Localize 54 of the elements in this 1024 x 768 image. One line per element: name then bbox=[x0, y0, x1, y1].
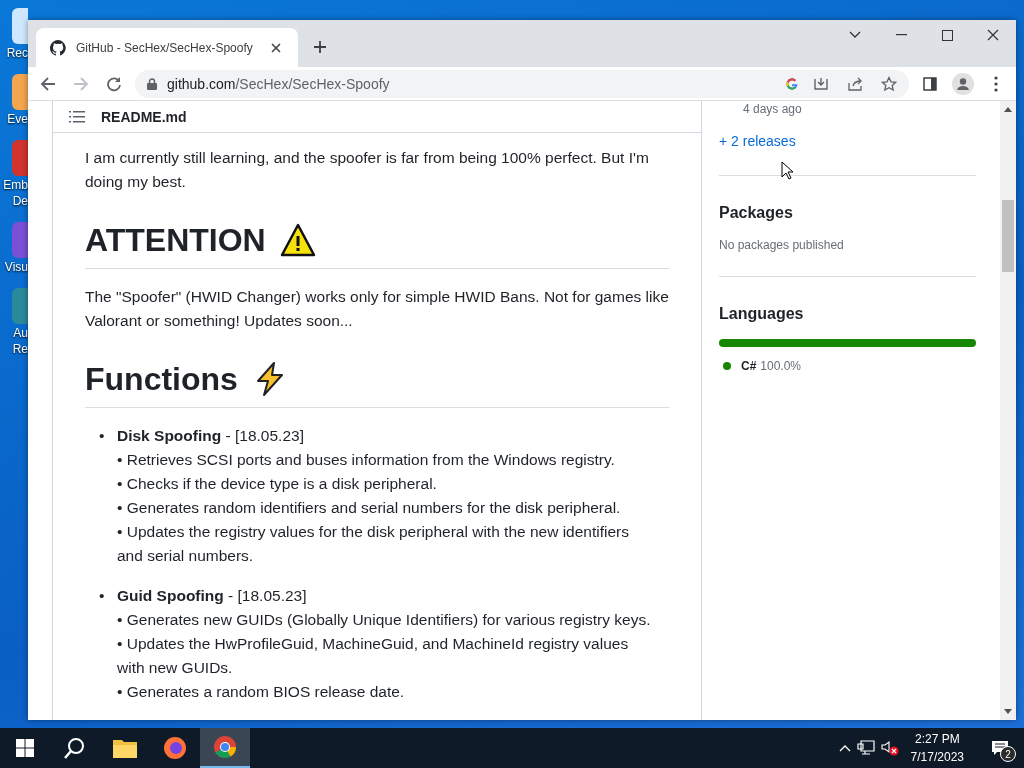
desktop-app-icon[interactable] bbox=[12, 8, 28, 44]
github-icon bbox=[50, 39, 66, 56]
feature-detail: • Generates a random BIOS release date. bbox=[117, 682, 406, 702]
file-name: README.md bbox=[101, 108, 187, 125]
feature-detail: • Generates new GUIDs (Globally Unique Identifiers) for various registry keys. bbox=[117, 610, 652, 630]
feature-title: Guid Spoofing - [18.05.23] bbox=[117, 586, 308, 606]
desktop-icon-label: Eve bbox=[7, 112, 28, 126]
desktop-icon-label: Emb bbox=[3, 178, 28, 192]
desktop-icon-label: De bbox=[12, 194, 28, 208]
section-title: Packages bbox=[719, 204, 794, 222]
bullet: • bbox=[99, 426, 106, 446]
section-heading: ATTENTION bbox=[85, 221, 266, 260]
section-heading: Functions bbox=[85, 360, 238, 399]
tab-title: GitHub - SecHex/SecHex-Spoofy bbox=[76, 40, 254, 55]
feature-title: Disk Spoofing - [18.05.23] bbox=[117, 426, 305, 446]
feature-detail: • Checks if the device type is a disk peripheral. bbox=[117, 474, 438, 494]
list-icon[interactable] bbox=[69, 109, 85, 124]
bullet: • bbox=[99, 586, 106, 606]
feature-detail: • Generates random identifiers and serial numbers for the disk peripheral. bbox=[117, 498, 622, 518]
desktop-icon-label: Rec bbox=[6, 46, 28, 60]
desktop-icon-label: Visu bbox=[4, 260, 28, 274]
pointer-icon bbox=[781, 161, 793, 180]
clock-date: 7/17/2023 bbox=[910, 749, 964, 766]
scroll-down-icon[interactable] bbox=[1004, 709, 1012, 714]
scroll-up-icon[interactable] bbox=[1004, 107, 1012, 112]
feature-detail: • Updates the HwProfileGuid, MachineGuid, and MachineId registry values with new GUIDs. bbox=[117, 634, 630, 678]
url-text: github.com/SecHex/SecHex-Spoofy bbox=[167, 75, 391, 92]
windows-icon bbox=[16, 739, 34, 757]
feature-detail: • Retrieves SCSI ports and buses information from the Windows registry. bbox=[117, 450, 616, 470]
language-name: C# bbox=[741, 359, 757, 373]
warning-icon bbox=[279, 222, 316, 258]
browser-tab[interactable]: GitHub - SecHex/SecHex-Spoofy bbox=[36, 28, 298, 67]
clock-time: 2:27 PM bbox=[914, 731, 960, 748]
language-percent: 100.0% bbox=[760, 359, 802, 373]
profile-icon[interactable] bbox=[951, 71, 975, 96]
network-icon[interactable] bbox=[856, 740, 875, 756]
chrome-icon[interactable] bbox=[200, 728, 250, 768]
releases-link[interactable]: + 2 releases bbox=[719, 133, 796, 149]
feature-detail: • Updates the registry values for the disk peripheral with the new identifiers and serial numbers. bbox=[117, 522, 630, 566]
paragraph: I am currently still learning, and the spoofer is far from being 100% perfect. But I'm doing my best. bbox=[85, 148, 650, 192]
empty-message: No packages published bbox=[719, 238, 845, 252]
volume-muted-icon[interactable] bbox=[880, 740, 899, 756]
scrollbar-thumb[interactable] bbox=[1002, 200, 1014, 272]
section-title: Languages bbox=[719, 305, 805, 323]
notification-count: 2 bbox=[1000, 746, 1016, 762]
address-bar[interactable]: github.com/SecHex/SecHex-Spoofy bbox=[135, 69, 909, 98]
lock-icon bbox=[147, 77, 157, 90]
chevron-up-icon[interactable] bbox=[838, 744, 851, 752]
release-date: 4 days ago bbox=[742, 102, 803, 116]
desktop-icon-label: Au bbox=[13, 326, 28, 340]
google-icon bbox=[785, 76, 799, 91]
paragraph: The "Spoofer" (HWID Changer) works only for simple HWID Bans. Not for games like Valorant or something! Updates soon... bbox=[85, 287, 669, 331]
notification-button[interactable]: 2 bbox=[976, 728, 1024, 768]
desktop-icon-label: Re bbox=[12, 342, 28, 356]
